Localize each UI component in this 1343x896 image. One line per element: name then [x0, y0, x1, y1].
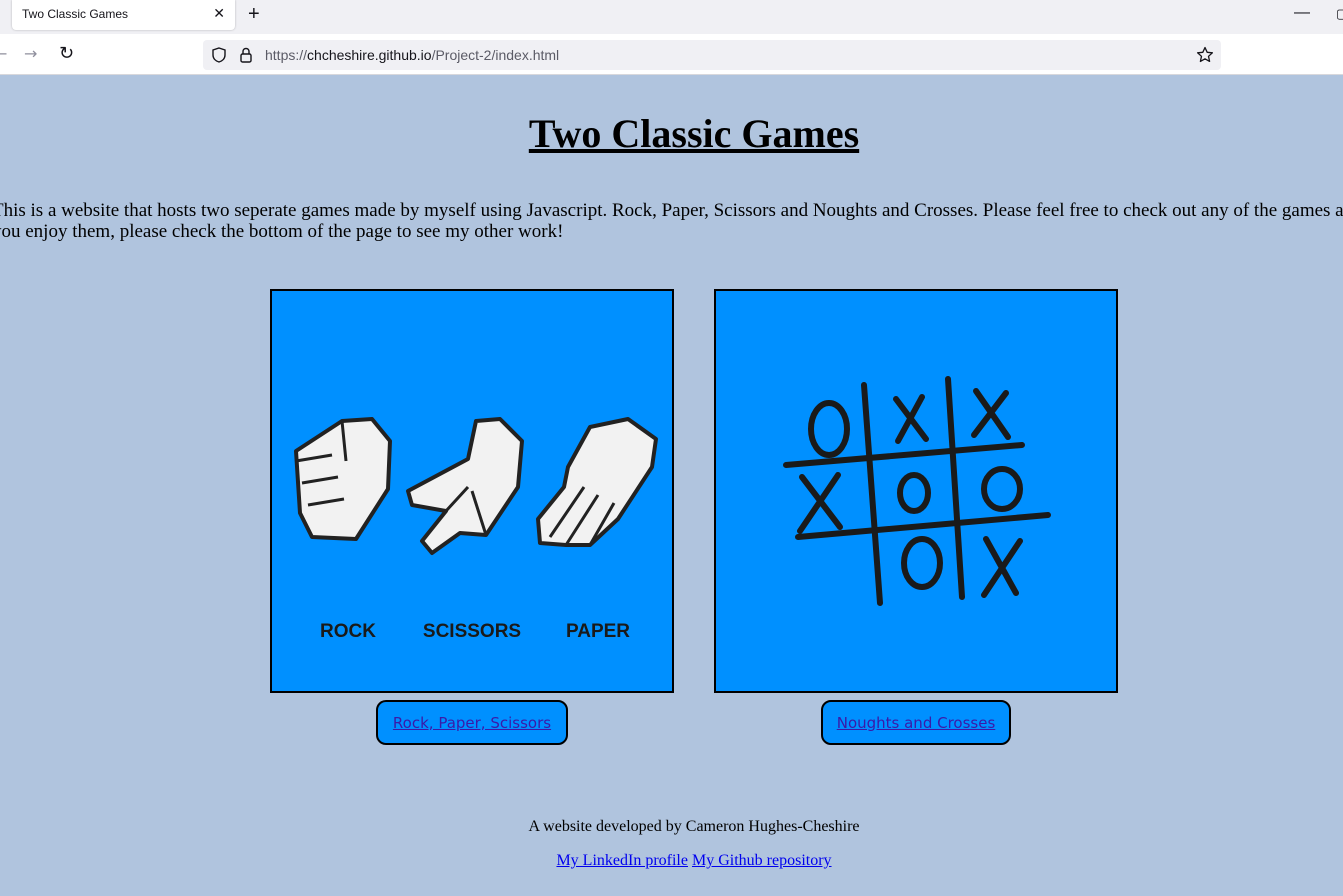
- scissors-label: SCISSORS: [423, 621, 521, 642]
- new-tab-icon[interactable]: +: [248, 3, 260, 26]
- github-link[interactable]: My Github repository: [692, 852, 832, 869]
- lock-icon[interactable]: [239, 47, 253, 63]
- footer-links: My LinkedIn profile My Github repository: [0, 852, 1343, 870]
- scissors-hand-icon: [406, 417, 524, 555]
- paper-hand-icon: [536, 417, 658, 547]
- rock-paper-scissors-image: ROCK SCISSORS PAPER: [270, 289, 674, 693]
- tab-bar: Two Classic Games ✕ + — ▢: [0, 0, 1343, 34]
- paper-label: PAPER: [566, 621, 630, 642]
- address-bar[interactable]: https://chcheshire.github.io/Project-2/i…: [203, 40, 1221, 70]
- url-prefix: https://: [265, 47, 308, 63]
- rock-paper-scissors-illustration: ROCK SCISSORS PAPER: [294, 417, 658, 642]
- url-text: https://chcheshire.github.io/Project-2/i…: [265, 47, 559, 63]
- forward-arrow-icon[interactable]: →: [24, 44, 37, 63]
- tic-tac-toe-illustration: [783, 376, 1051, 606]
- footer-credit: A website developed by Cameron Hughes-Ch…: [528, 818, 860, 835]
- noughts-and-crosses-image: [714, 289, 1118, 693]
- minimize-icon[interactable]: —: [1294, 4, 1310, 22]
- rock-label: ROCK: [320, 621, 376, 642]
- maximize-icon[interactable]: ▢: [1336, 6, 1343, 22]
- page-title: Two Classic Games: [528, 111, 860, 156]
- url-host: chcheshire.github.io: [307, 47, 432, 63]
- noughts-and-crosses-button[interactable]: Noughts and Crosses: [821, 700, 1011, 745]
- tic-tac-toe-marks: [797, 388, 1023, 598]
- shield-icon[interactable]: [212, 47, 226, 63]
- linkedin-link[interactable]: My LinkedIn profile: [556, 852, 688, 869]
- close-tab-icon[interactable]: ✕: [213, 5, 225, 22]
- browser-tab[interactable]: Two Classic Games ✕: [12, 0, 235, 30]
- navigation-bar: ← → ↻ https://chcheshire.github.io/Proje…: [0, 34, 1343, 75]
- back-arrow-icon[interactable]: ←: [0, 44, 7, 63]
- tab-title: Two Classic Games: [22, 7, 129, 21]
- rock-hand-icon: [294, 417, 392, 541]
- rock-paper-scissors-button[interactable]: Rock, Paper, Scissors: [376, 700, 568, 745]
- url-path: /Project-2/index.html: [431, 47, 560, 63]
- reload-icon[interactable]: ↻: [59, 43, 74, 64]
- intro-paragraph: This is a website that hosts two seperat…: [0, 200, 1343, 242]
- bookmark-star-icon[interactable]: [1196, 46, 1214, 64]
